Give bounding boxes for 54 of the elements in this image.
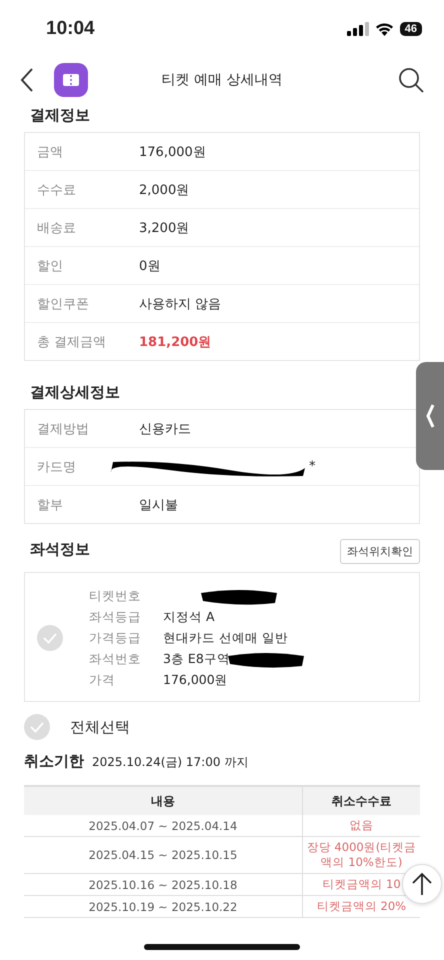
check-circle[interactable]	[24, 714, 50, 740]
section-title: 좌석정보	[29, 539, 91, 560]
period-cell: 2025.04.15 ~ 2025.10.15	[24, 836, 302, 874]
battery-level: 46	[400, 22, 422, 36]
row-value: 일시불	[139, 496, 178, 514]
section-title: 결제정보	[29, 105, 91, 126]
search-icon[interactable]	[398, 67, 424, 93]
period-cell: 2025.10.16 ~ 2025.10.18	[24, 874, 302, 896]
seat-label: 티켓번호	[89, 588, 142, 604]
row-value: 3,200원	[139, 220, 190, 236]
period-cell: 2025.04.07 ~ 2025.04.14	[24, 815, 302, 836]
seat-value: 176,000원	[163, 672, 228, 688]
row-value: 2,000원	[139, 182, 190, 198]
row-label: 총 결제금액	[37, 334, 108, 350]
seat-location-button[interactable]: 좌석위치확인	[340, 538, 420, 564]
fee-cell: 없음	[302, 815, 420, 836]
row-value: 신용카드	[139, 420, 191, 438]
seat-value: 3층 E8구역	[163, 650, 230, 668]
period-cell: 2025.10.19 ~ 2025.10.22	[24, 896, 302, 918]
arrow-up-icon	[412, 872, 432, 896]
wifi-icon	[374, 22, 394, 36]
column-header: 내용	[24, 786, 302, 815]
column-header: 취소수수료	[302, 786, 420, 815]
row-label: 금액	[37, 144, 64, 160]
row-label: 할인쿠폰	[37, 296, 90, 312]
row-value: 0원	[139, 258, 160, 274]
row-label: 카드명	[37, 458, 77, 476]
back-icon[interactable]	[20, 67, 34, 93]
select-all-label[interactable]: 전체선택	[70, 718, 130, 736]
row-value: 181,200원	[139, 334, 212, 350]
seat-label: 가격	[89, 672, 116, 688]
chevron-left-icon	[425, 403, 435, 429]
page-title: 티켓 예매 상세내역	[162, 71, 282, 89]
row-label: 배송료	[37, 220, 77, 236]
check-circle[interactable]	[37, 625, 63, 651]
side-drawer-handle[interactable]	[416, 362, 444, 470]
deadline-title: 취소기한	[24, 752, 84, 771]
row-value: 사용하지 않음	[139, 296, 222, 312]
status-time: 10:04	[46, 18, 95, 40]
seat-label: 좌석등급	[89, 608, 142, 626]
seat-value: 현대카드 선예매 일반	[163, 630, 288, 646]
row-value: *	[309, 459, 316, 474]
deadline-date: 2025.10.24(금) 17:00 까지	[92, 754, 248, 771]
seat-label: 가격등급	[89, 630, 142, 646]
row-label: 할부	[37, 496, 64, 514]
seat-label: 좌석번호	[89, 650, 142, 668]
row-label: 할인	[37, 258, 64, 274]
row-label: 수수료	[37, 182, 77, 198]
row-value: 176,000원	[139, 144, 206, 160]
seat-value: 지정석 A	[163, 608, 215, 626]
ticket-app-icon	[54, 63, 88, 97]
section-title: 결제상세정보	[29, 382, 121, 403]
signal-icon	[346, 22, 369, 36]
row-label: 결제방법	[37, 420, 90, 438]
